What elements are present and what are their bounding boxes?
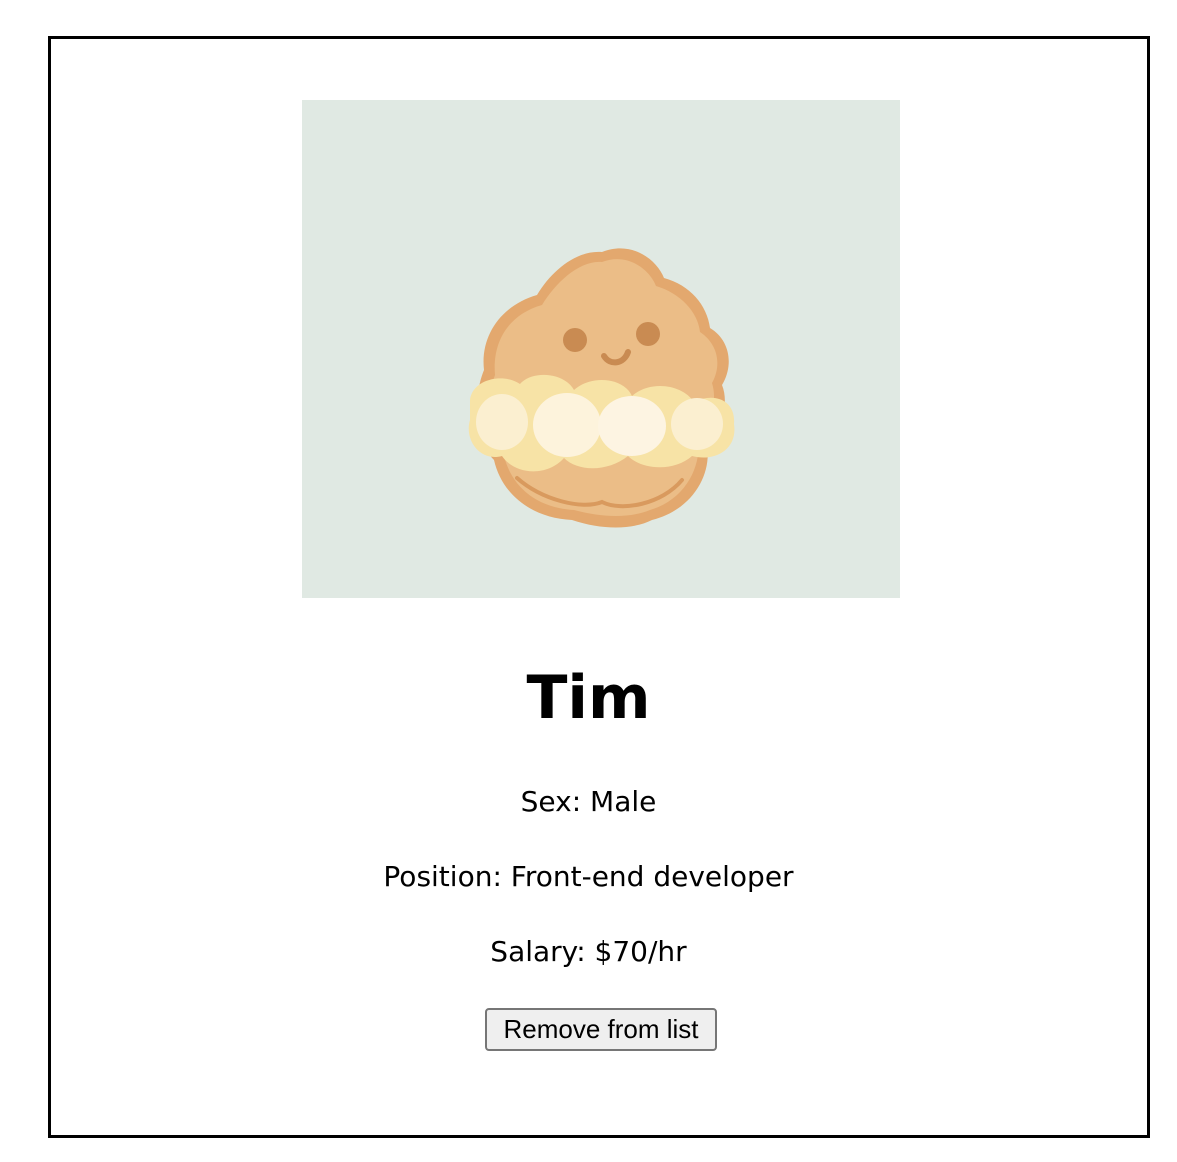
employee-position: Position: Front-end developer <box>383 860 794 893</box>
employee-name: Tim <box>526 663 651 733</box>
nugget-character-icon <box>302 100 900 598</box>
employee-sex: Sex: Male <box>520 785 657 818</box>
profile-image <box>302 100 900 598</box>
remove-from-list-button[interactable]: Remove from list <box>485 1008 717 1051</box>
employee-salary: Salary: $70/hr <box>490 935 687 968</box>
